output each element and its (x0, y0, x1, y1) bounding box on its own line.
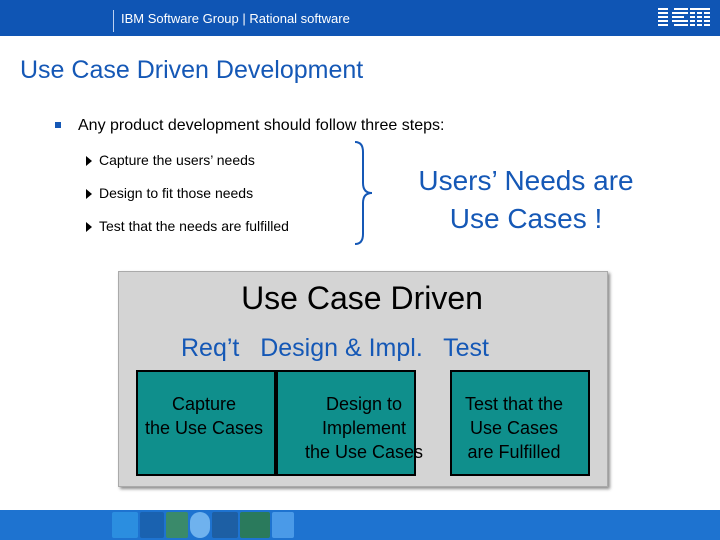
arrow-right-icon (86, 189, 92, 199)
test-box-text: Test that the Use Cases are Fulfilled (424, 392, 604, 464)
main-bullet: Any product development should follow th… (78, 117, 445, 134)
header-text: IBM Software Group | Rational software (121, 11, 350, 26)
arrow-right-icon (86, 156, 92, 166)
molecule-icon (212, 512, 238, 538)
box-line: Test that the (464, 394, 564, 414)
callout-line: Use Cases ! (449, 203, 603, 234)
step-label: Design to fit those needs (99, 185, 254, 201)
slide-title: Use Case Driven Development (20, 56, 364, 84)
box-line: Use Cases (469, 418, 559, 438)
right-brace-icon (354, 141, 373, 245)
header-divider (113, 10, 114, 32)
cd-icon (190, 512, 210, 538)
footer-banner (0, 510, 720, 540)
step-item: Test that the needs are fulfilled (86, 218, 289, 234)
callout-text: Users’ Needs are Use Cases ! (392, 162, 660, 238)
people-icon (112, 512, 138, 538)
header-bar: IBM Software Group | Rational software (0, 0, 720, 36)
step-label: Capture the users’ needs (99, 152, 255, 168)
bullet-square-icon (55, 122, 61, 128)
step-item: Design to fit those needs (86, 185, 253, 201)
box-line: are Fulfilled (467, 442, 561, 462)
box-line: Capture (171, 394, 237, 414)
step-label: Test that the needs are fulfilled (99, 218, 289, 234)
ibm-logo-icon (658, 6, 710, 28)
box-line: the Use Cases (144, 418, 264, 438)
cross-icon (272, 512, 294, 538)
diagram-title: Use Case Driven (241, 280, 483, 316)
diagram-subtitle: Req’t Design & Impl. Test (181, 334, 489, 362)
callout-line: Users’ Needs are (418, 165, 634, 196)
globe-icon (166, 512, 188, 538)
arrow-right-icon (86, 222, 92, 232)
grid-icon (140, 512, 164, 538)
figures-icon (240, 512, 270, 538)
step-item: Capture the users’ needs (86, 152, 255, 168)
capture-box-text: Capture the Use Cases (114, 392, 294, 440)
